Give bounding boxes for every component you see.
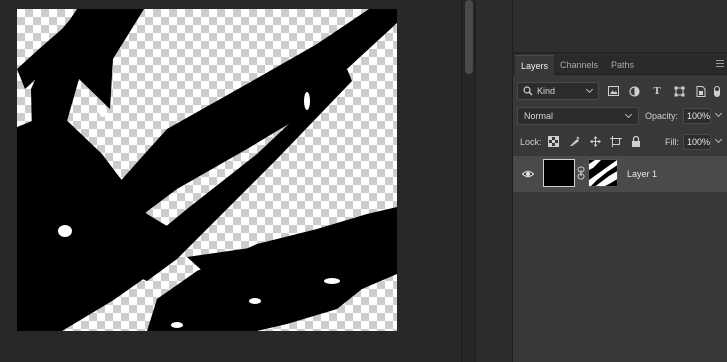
blend-mode-select[interactable]: Normal [517,107,639,125]
blend-opacity-row: Normal Opacity: 100% [513,107,727,125]
upper-panel-area [513,0,727,54]
panel-divider[interactable] [513,52,727,54]
collapsed-panel-gutter [475,0,513,362]
lock-image-pixels-icon[interactable] [568,135,581,148]
type-filter-icon[interactable]: T [650,84,664,98]
document-canvas[interactable] [17,9,397,331]
lock-all-icon[interactable] [629,135,642,148]
layer-mask-thumbnail[interactable] [588,159,618,187]
opacity-field[interactable]: 100% [683,108,711,124]
opacity-label: Opacity: [645,111,679,121]
search-icon [523,86,533,96]
adjustment-filter-icon[interactable] [627,84,641,98]
document-area [0,0,461,362]
lock-transparent-pixels-icon[interactable] [547,135,560,148]
blend-mode-value: Normal [524,111,554,121]
layers-panel-tabbar: Layers Channels Paths [513,55,727,75]
panel-menu-icon[interactable] [716,60,724,68]
panel-dock: Layers Channels Paths Kind T Normal Opac… [513,0,727,362]
tab-layers[interactable]: Layers [515,55,555,75]
lock-position-icon[interactable] [589,135,602,148]
filter-kind-select[interactable]: Kind [517,82,599,100]
chevron-down-icon [624,110,633,119]
chevron-down-icon [585,85,594,94]
lock-fill-row: Lock: Fill: 100% [513,133,727,151]
filter-kind-label: Kind [537,86,556,96]
lock-artboard-icon[interactable] [609,135,622,148]
layers-list-empty-area [513,192,727,362]
layers-panel: Layers Channels Paths Kind T Normal Opac… [513,55,727,362]
opacity-slider-button[interactable] [713,108,725,124]
tab-channels[interactable]: Channels [560,55,598,75]
image-filter-icon[interactable] [606,84,620,98]
lock-label: Lock: [520,137,542,147]
fill-label: Fill: [665,137,679,147]
layer-filter-row: Kind T [513,82,727,100]
fill-field[interactable]: 100% [683,134,711,150]
tab-paths[interactable]: Paths [611,55,634,75]
visibility-eye-icon[interactable] [522,168,534,180]
chevron-down-icon [714,109,723,118]
layer-row[interactable]: Layer 1 [513,156,727,192]
shape-filter-icon[interactable] [672,84,686,98]
layer-name[interactable]: Layer 1 [627,169,657,179]
mask-link-icon[interactable] [577,166,585,180]
scrollbar-thumb[interactable] [465,0,473,74]
filter-toggle-icon[interactable] [712,84,722,98]
fill-slider-button[interactable] [713,134,725,150]
chevron-down-icon [714,135,723,144]
layer-thumbnail[interactable] [543,159,575,187]
document-vertical-scrollbar[interactable] [461,0,475,362]
canvas-artwork [17,9,397,331]
mask-preview [589,160,617,186]
smart-object-filter-icon[interactable] [694,84,708,98]
